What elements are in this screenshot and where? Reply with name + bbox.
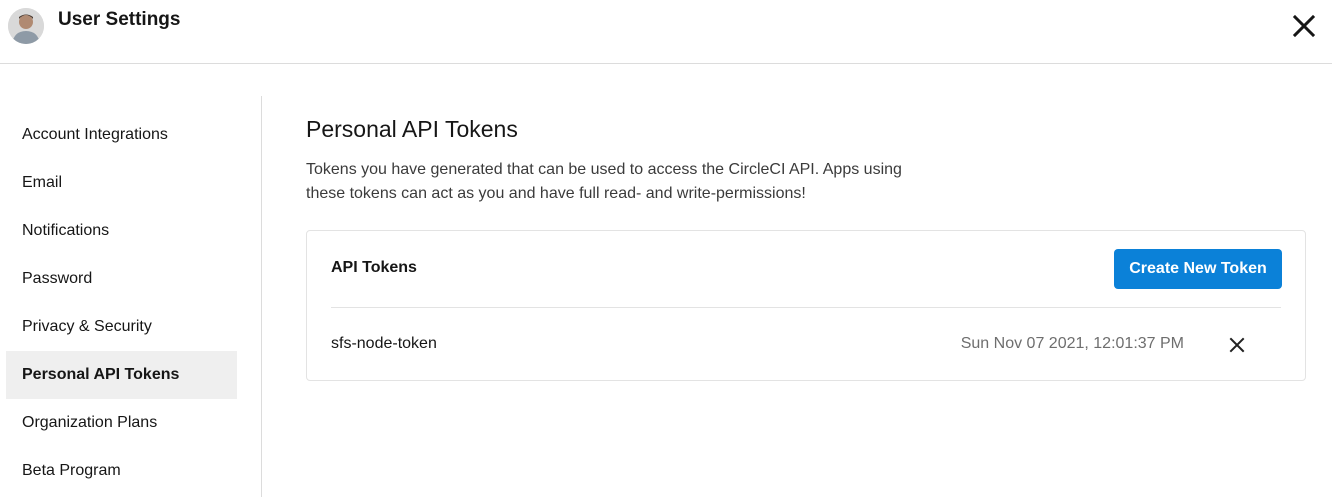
page-description: Tokens you have generated that can be us…	[306, 158, 946, 206]
sidebar-item-account-integrations[interactable]: Account Integrations	[6, 111, 237, 159]
description-line-2: these tokens can act as you and have ful…	[306, 185, 806, 202]
sidebar-item-email[interactable]: Email	[6, 159, 237, 207]
settings-sidebar: Account Integrations Email Notifications…	[0, 96, 262, 497]
divider	[331, 307, 1281, 308]
sidebar-item-organization-plans[interactable]: Organization Plans	[6, 399, 237, 447]
description-line-1: Tokens you have generated that can be us…	[306, 161, 902, 178]
token-name: sfs-node-token	[331, 335, 437, 352]
sidebar-item-password[interactable]: Password	[6, 255, 237, 303]
sidebar-item-beta-program[interactable]: Beta Program	[6, 447, 237, 495]
delete-token-icon[interactable]	[1228, 336, 1246, 354]
token-created-date: Sun Nov 07 2021, 12:01:37 PM	[960, 335, 1184, 352]
page-title: Personal API Tokens	[306, 116, 518, 142]
create-new-token-button[interactable]: Create New Token	[1114, 249, 1282, 289]
card-title: API Tokens	[331, 259, 417, 276]
avatar-image	[8, 8, 44, 44]
sidebar-item-privacy-security[interactable]: Privacy & Security	[6, 303, 237, 351]
user-avatar[interactable]	[8, 8, 44, 44]
settings-header: User Settings	[0, 0, 1332, 64]
close-icon[interactable]	[1290, 12, 1318, 40]
sidebar-item-personal-api-tokens[interactable]: Personal API Tokens	[6, 351, 237, 399]
api-tokens-card: API Tokens Create New Token sfs-node-tok…	[306, 230, 1306, 381]
sidebar-item-notifications[interactable]: Notifications	[6, 207, 237, 255]
page-header-title: User Settings	[58, 9, 181, 30]
